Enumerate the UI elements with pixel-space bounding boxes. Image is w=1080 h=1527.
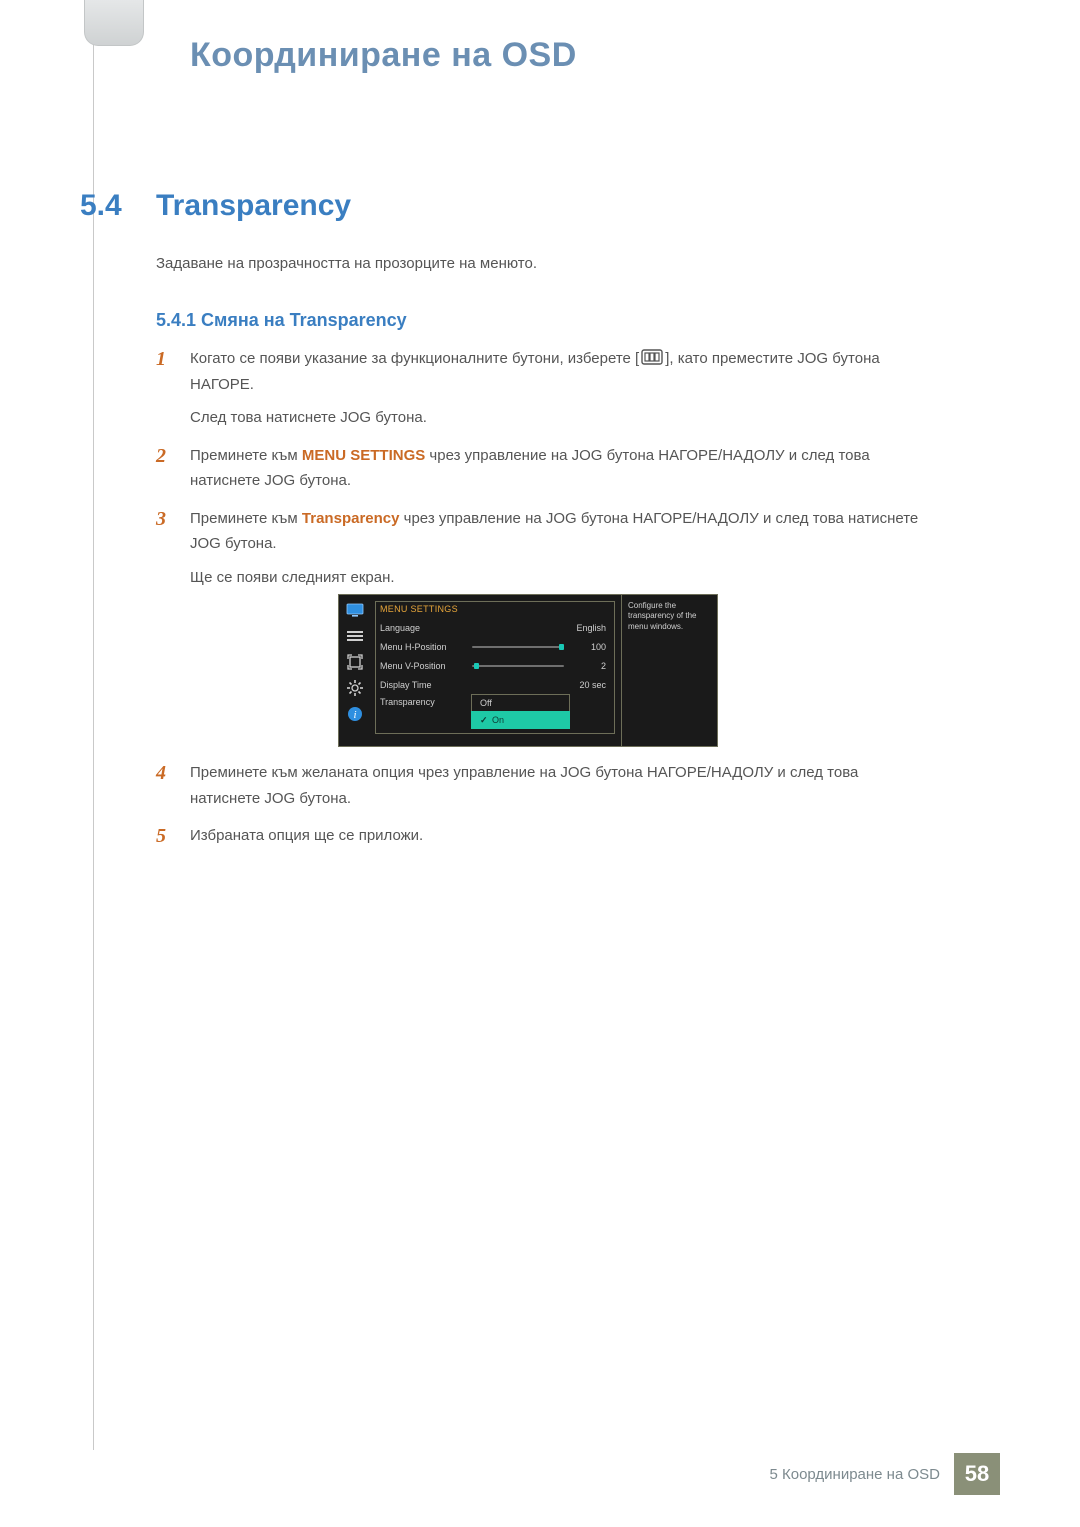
step-text: Избраната опция ще се приложи. bbox=[190, 827, 423, 844]
step-1: 1 Когато се появи указание за функционал… bbox=[156, 346, 926, 431]
osd-label: Transparency bbox=[380, 694, 472, 707]
steps-list-top: 1 Когато се появи указание за функционал… bbox=[156, 346, 926, 590]
osd-label: Menu V-Position bbox=[380, 661, 472, 671]
chapter-tab-icon bbox=[84, 0, 144, 46]
osd-sidebar: i bbox=[339, 595, 371, 746]
footer-chapter-ref: 5 Координиране на OSD bbox=[769, 1466, 940, 1483]
menu-grid-icon bbox=[641, 349, 663, 365]
step-text-pre: Преминете към bbox=[190, 447, 302, 464]
osd-main: MENU SETTINGS Language English Menu H-Po… bbox=[371, 595, 621, 746]
step-text-pre: Когато се появи указание за функционални… bbox=[190, 350, 639, 367]
osd-value: 2 bbox=[564, 661, 610, 671]
osd-slider bbox=[472, 663, 564, 669]
osd-screenshot: i MENU SETTINGS Language English Menu H-… bbox=[338, 594, 718, 747]
osd-label: Display Time bbox=[380, 680, 472, 690]
step-number: 5 bbox=[156, 823, 190, 849]
step-4: 4 Преминете към желаната опция чрез упра… bbox=[156, 760, 926, 811]
step-3: 3 Преминете към Transparency чрез управл… bbox=[156, 506, 926, 591]
step-body: Преминете към Transparency чрез управлен… bbox=[190, 506, 926, 591]
step-number: 3 bbox=[156, 506, 190, 591]
info-icon: i bbox=[345, 705, 365, 723]
osd-option-off: Off bbox=[471, 694, 570, 712]
step-text: Преминете към желаната опция чрез управл… bbox=[190, 764, 858, 807]
osd-label: Language bbox=[380, 623, 472, 633]
svg-text:i: i bbox=[353, 709, 356, 721]
step-body: Когато се появи указание за функционални… bbox=[190, 346, 926, 431]
step-number: 4 bbox=[156, 760, 190, 811]
intro-text: Задаване на прозрачността на прозорците … bbox=[156, 255, 537, 272]
resize-icon bbox=[345, 653, 365, 671]
osd-panel: i MENU SETTINGS Language English Menu H-… bbox=[338, 594, 718, 747]
step-text-pre: Преминете към bbox=[190, 510, 302, 527]
page: Координиране на OSD 5.4 Transparency Зад… bbox=[0, 0, 1080, 1527]
step-number: 2 bbox=[156, 443, 190, 494]
step-2: 2 Преминете към MENU SETTINGS чрез управ… bbox=[156, 443, 926, 494]
osd-label: Menu H-Position bbox=[380, 642, 472, 652]
step-bold: MENU SETTINGS bbox=[302, 447, 425, 464]
osd-row-display-time: Display Time 20 sec bbox=[380, 675, 610, 694]
steps-list-bottom: 4 Преминете към желаната опция чрез упра… bbox=[156, 760, 926, 849]
osd-title: MENU SETTINGS bbox=[380, 604, 610, 614]
step-body: Преминете към MENU SETTINGS чрез управле… bbox=[190, 443, 926, 494]
osd-help-panel: Configure the transparency of the menu w… bbox=[621, 595, 717, 746]
page-footer: 5 Координиране на OSD 58 bbox=[769, 1453, 1000, 1495]
monitor-icon bbox=[345, 601, 365, 619]
step-5: 5 Избраната опция ще се приложи. bbox=[156, 823, 926, 849]
osd-help-text: Configure the transparency of the menu w… bbox=[628, 601, 696, 631]
list-icon bbox=[345, 627, 365, 645]
osd-row-vpos: Menu V-Position 2 bbox=[380, 656, 610, 675]
osd-option-on: ✓On bbox=[471, 711, 570, 729]
osd-row-transparency: Transparency Off ✓On bbox=[380, 694, 610, 729]
osd-value: English bbox=[564, 623, 610, 633]
chapter-title: Координиране на OSD bbox=[190, 36, 577, 75]
osd-row-language: Language English bbox=[380, 618, 610, 637]
osd-slider bbox=[472, 644, 564, 650]
osd-value: 20 sec bbox=[564, 680, 610, 690]
step-subtext: Ще се появи следният екран. bbox=[190, 565, 926, 591]
check-icon: ✓ bbox=[480, 715, 490, 726]
step-bold: Transparency bbox=[302, 510, 400, 527]
page-number-badge: 58 bbox=[954, 1453, 1000, 1495]
gear-icon bbox=[345, 679, 365, 697]
step-body: Избраната опция ще се приложи. bbox=[190, 823, 926, 849]
osd-value: 100 bbox=[564, 642, 610, 652]
section-number: 5.4 bbox=[80, 189, 122, 223]
step-body: Преминете към желаната опция чрез управл… bbox=[190, 760, 926, 811]
step-number: 1 bbox=[156, 346, 190, 431]
subsection-title: 5.4.1 Смяна на Transparency bbox=[156, 310, 407, 331]
section-title: Transparency bbox=[156, 189, 351, 223]
osd-row-hpos: Menu H-Position 100 bbox=[380, 637, 610, 656]
step-subtext: След това натиснете JOG бутона. bbox=[190, 405, 926, 431]
